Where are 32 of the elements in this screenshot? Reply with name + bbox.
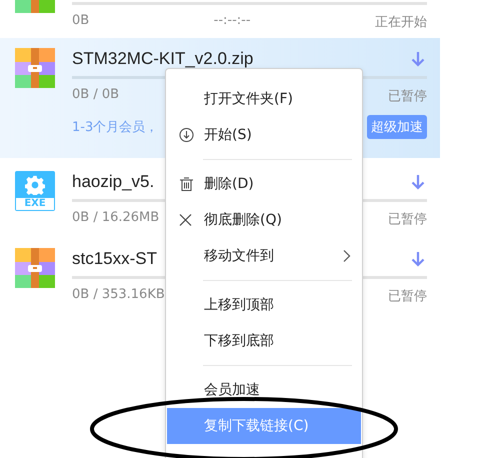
menu-item[interactable]: 彻底删除(Q) xyxy=(167,202,361,238)
download-status: 已暂停 xyxy=(388,88,427,105)
menu-item[interactable]: 删除(D) xyxy=(167,166,361,202)
download-status: 已暂停 xyxy=(388,211,427,228)
file-size: 0B / 353.16KB xyxy=(72,287,165,304)
download-status: 正在开始 xyxy=(374,14,427,31)
file-name: stc15xx-ST xyxy=(72,249,158,269)
time-remaining: --:--:-- xyxy=(214,13,251,30)
archive-icon xyxy=(15,48,55,88)
chevron-right-icon xyxy=(343,250,351,262)
download-arrow-icon[interactable] xyxy=(411,51,425,67)
membership-promo: 1-3个月会员， xyxy=(72,119,158,136)
menu-item[interactable]: 上移到顶部 xyxy=(167,287,361,323)
archive-icon xyxy=(15,248,55,288)
menu-item[interactable]: 移动文件到 xyxy=(167,238,361,274)
download-arrow-icon[interactable] xyxy=(411,174,425,190)
gear-icon xyxy=(25,175,45,195)
trash-icon xyxy=(179,176,194,192)
menu-item[interactable]: 开始(S) xyxy=(167,117,361,153)
exe-label: EXE xyxy=(16,198,54,210)
file-size: 0B / 16.26MB xyxy=(72,210,160,227)
file-size: 0B xyxy=(72,13,90,30)
file-name: STM32MC-KIT_v2.0.zip xyxy=(72,49,254,69)
menu-item[interactable]: 会员加速 xyxy=(167,372,361,408)
download-arrow-icon[interactable] xyxy=(411,251,425,267)
menu-item[interactable]: 下移到底部 xyxy=(167,323,361,359)
download-icon xyxy=(179,128,194,142)
download-status: 已暂停 xyxy=(388,288,427,305)
menu-item[interactable]: 打开文件夹(F) xyxy=(167,81,361,117)
close-icon xyxy=(179,214,192,226)
file-size: 0B / 0B xyxy=(72,87,120,104)
file-name: haozip_v5. xyxy=(72,172,154,192)
